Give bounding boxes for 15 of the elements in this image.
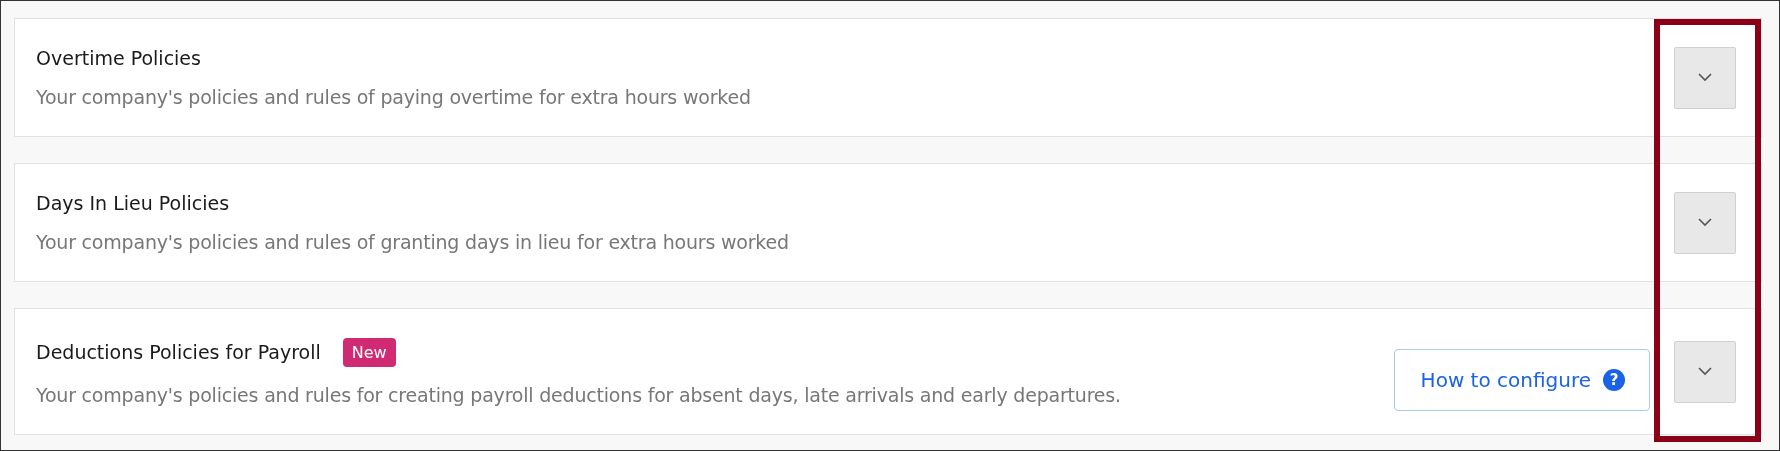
chevron-down-icon <box>1698 73 1712 82</box>
expand-button[interactable] <box>1674 46 1736 109</box>
policy-title: Overtime Policies <box>36 47 201 69</box>
help-icon: ? <box>1603 368 1625 391</box>
policy-title: Deductions Policies for Payroll <box>36 341 321 363</box>
chevron-down-icon <box>1698 367 1712 376</box>
policy-title: Days In Lieu Policies <box>36 192 230 214</box>
policy-description: Your company's policies and rules of paying overtime for extra hours worked <box>36 86 752 108</box>
policy-description: Your company's policies and rules of granting days in lieu for extra hours worked <box>36 231 790 253</box>
chevron-down-icon <box>1698 218 1712 227</box>
policy-description: Your company's policies and rules for creating payroll deductions for absent days, late arrivals and early departures. <box>36 383 1122 406</box>
expand-button[interactable] <box>1674 340 1736 403</box>
new-badge: New <box>342 337 396 367</box>
how-to-configure-button[interactable]: How to configure ? <box>1393 348 1650 411</box>
expand-button[interactable] <box>1674 191 1736 254</box>
